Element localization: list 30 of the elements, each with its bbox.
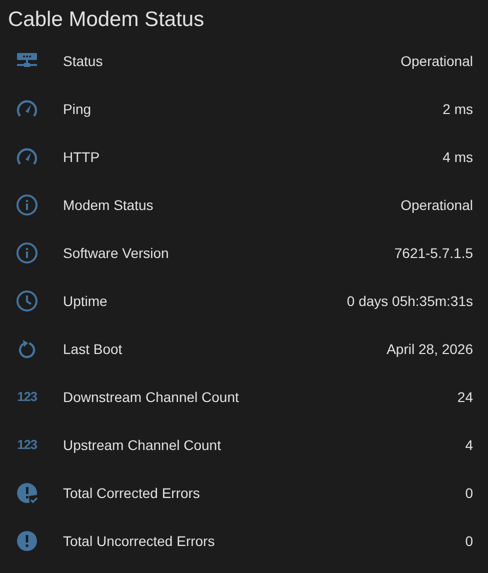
- entity-name: Uptime: [63, 292, 108, 311]
- entity-value: 0 days 05h:35m:31s: [346, 292, 473, 311]
- entity-name: Modem Status: [63, 196, 154, 214]
- entity-value: 4: [465, 436, 473, 454]
- entity-value: Operational: [400, 52, 473, 71]
- entity-value: April 28, 2026: [386, 340, 473, 359]
- entity-value: 0: [465, 532, 473, 550]
- card-title: Cable Modem Status: [7, 7, 206, 33]
- entity-name: Downstream Channel Count: [63, 388, 239, 406]
- entity-name: Upstream Channel Count: [63, 436, 221, 455]
- entity-name: Last Boot: [63, 340, 122, 358]
- entity-name: Total Corrected Errors: [63, 484, 200, 502]
- entity-name: Status: [63, 52, 103, 70]
- entity-name: Total Uncorrected Errors: [63, 532, 215, 550]
- entity-value: 24: [457, 388, 473, 406]
- info-icon: [15, 193, 39, 217]
- clock-icon: [15, 289, 39, 313]
- alert-check-icon: [15, 481, 39, 505]
- info-icon: [15, 241, 39, 265]
- entity-value: 4 ms: [442, 148, 473, 166]
- entity-value: 0: [465, 484, 473, 502]
- entity-value: 2 ms: [442, 100, 473, 118]
- alert-icon: [15, 529, 39, 553]
- entity-value: Operational: [400, 196, 473, 215]
- numeric-icon: 123: [15, 435, 39, 455]
- entity-name: HTTP: [63, 148, 100, 166]
- entity-name: Ping: [63, 100, 92, 119]
- entity-name: Software Version: [63, 244, 169, 262]
- numeric-icon: 123: [15, 387, 39, 407]
- entity-value: 7621-5.7.1.5: [394, 244, 473, 262]
